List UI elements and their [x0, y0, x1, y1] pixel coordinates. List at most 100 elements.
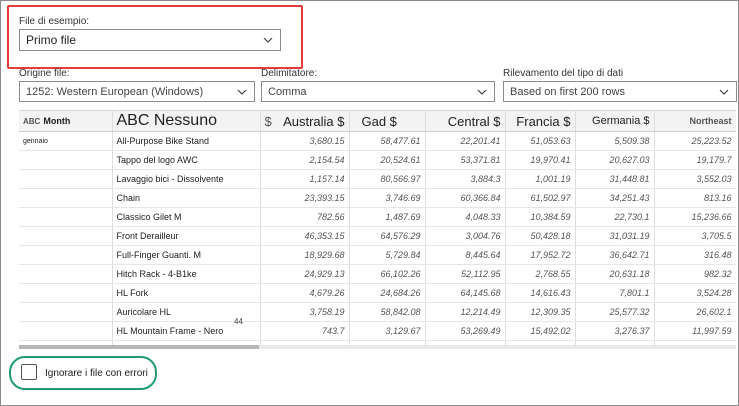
- table-cell[interactable]: 80,566.97: [349, 169, 426, 189]
- table-cell[interactable]: 316.48: [654, 245, 736, 265]
- table-cell[interactable]: 20,524.61: [349, 150, 426, 170]
- table-cell[interactable]: 2,154.54: [260, 150, 350, 170]
- table-cell[interactable]: Lavaggio bici - Dissolvente: [112, 169, 261, 189]
- table-cell[interactable]: 64,145.68: [425, 283, 506, 303]
- table-cell[interactable]: 58,477.61: [349, 131, 426, 151]
- table-cell[interactable]: 24,684.26: [349, 283, 426, 303]
- table-cell[interactable]: 25,577.32: [575, 302, 655, 322]
- table-cell[interactable]: [19, 207, 113, 227]
- table-cell[interactable]: 51,053.63: [505, 131, 576, 151]
- table-cell[interactable]: Full-Finger Guanti. M: [112, 245, 261, 265]
- table-cell[interactable]: 64,576.29: [349, 226, 426, 246]
- table-cell[interactable]: 4,048.33: [425, 207, 506, 227]
- table-cell[interactable]: 31,031.19: [575, 226, 655, 246]
- sample-file-dropdown[interactable]: Primo file: [19, 29, 281, 51]
- column-header-nessuno[interactable]: ABC Nessuno: [112, 111, 261, 132]
- file-origin-dropdown[interactable]: 1252: Western European (Windows): [19, 81, 255, 102]
- table-cell[interactable]: 15,236.66: [654, 207, 736, 227]
- table-cell[interactable]: 23,393.15: [260, 188, 350, 208]
- table-cell[interactable]: 18,929.68: [260, 245, 350, 265]
- column-header-germania[interactable]: Germania $: [575, 111, 655, 132]
- table-cell[interactable]: 19,970.41: [505, 150, 576, 170]
- table-cell[interactable]: 743.7: [260, 321, 350, 341]
- table-cell[interactable]: 12,214.49: [425, 302, 506, 322]
- table-cell[interactable]: Front Derailleur: [112, 226, 261, 246]
- table-cell[interactable]: 782.56: [260, 207, 350, 227]
- table-cell[interactable]: 53,269.49: [425, 321, 506, 341]
- table-cell[interactable]: 19,179.7: [654, 150, 736, 170]
- table-cell[interactable]: 50,428.18: [505, 226, 576, 246]
- table-cell[interactable]: 14,616.43: [505, 283, 576, 303]
- scrollbar-thumb[interactable]: [19, 345, 259, 349]
- table-cell[interactable]: 4,679.26: [260, 283, 350, 303]
- table-cell[interactable]: 34,251.43: [575, 188, 655, 208]
- table-cell[interactable]: 982.32: [654, 264, 736, 284]
- table-cell[interactable]: gennaio: [19, 131, 113, 151]
- table-cell[interactable]: 3,129.67: [349, 321, 426, 341]
- table-cell[interactable]: 22,730.1: [575, 207, 655, 227]
- table-cell[interactable]: Hitch Rack - 4-B1ke: [112, 264, 261, 284]
- column-header-northeast[interactable]: Northeast: [654, 111, 736, 132]
- column-header-australia[interactable]: $ Australia $: [260, 111, 350, 132]
- column-header-francia[interactable]: Francia $: [505, 111, 576, 132]
- table-cell[interactable]: [19, 245, 113, 265]
- table-cell[interactable]: All-Purpose Bike Stand: [112, 131, 261, 151]
- table-cell[interactable]: 3,758.19: [260, 302, 350, 322]
- column-header-gad[interactable]: Gad $: [349, 111, 426, 132]
- table-cell[interactable]: 66,102.26: [349, 264, 426, 284]
- table-cell[interactable]: 1,001.19: [505, 169, 576, 189]
- table-cell[interactable]: 52,112.95: [425, 264, 506, 284]
- table-cell[interactable]: Classico Gilet M: [112, 207, 261, 227]
- table-cell[interactable]: 31,448.81: [575, 169, 655, 189]
- column-header-month[interactable]: ABC Month: [19, 111, 113, 132]
- table-cell[interactable]: 813.16: [654, 188, 736, 208]
- table-cell[interactable]: HL Fork: [112, 283, 261, 303]
- table-cell[interactable]: 20,627.03: [575, 150, 655, 170]
- table-cell[interactable]: [19, 302, 113, 322]
- table-cell[interactable]: [19, 321, 113, 341]
- column-header-central[interactable]: Central $: [425, 111, 506, 132]
- table-cell[interactable]: 3,004.76: [425, 226, 506, 246]
- table-cell[interactable]: [19, 264, 113, 284]
- table-cell[interactable]: 5,509.38: [575, 131, 655, 151]
- table-cell[interactable]: 58,842.08: [349, 302, 426, 322]
- table-cell[interactable]: [19, 226, 113, 246]
- table-cell[interactable]: 5,729.84: [349, 245, 426, 265]
- table-cell[interactable]: 1,157.14: [260, 169, 350, 189]
- table-cell[interactable]: [19, 169, 113, 189]
- table-cell[interactable]: 3,680.15: [260, 131, 350, 151]
- table-cell[interactable]: 1,487.69: [349, 207, 426, 227]
- table-cell[interactable]: 61,502.97: [505, 188, 576, 208]
- table-cell[interactable]: 2,768.55: [505, 264, 576, 284]
- table-cell[interactable]: 26,602.1: [654, 302, 736, 322]
- table-cell[interactable]: 3,552.03: [654, 169, 736, 189]
- table-cell[interactable]: 22,201.41: [425, 131, 506, 151]
- table-cell[interactable]: 11,997.59: [654, 321, 736, 341]
- preview-grid[interactable]: ABC Month ABC Nessuno $ Australia $ Gad $ …: [19, 110, 736, 347]
- ignore-errors-checkbox[interactable]: [21, 364, 37, 380]
- table-cell[interactable]: 36,642.71: [575, 245, 655, 265]
- table-cell[interactable]: 24,929.13: [260, 264, 350, 284]
- delimiter-dropdown[interactable]: Comma: [261, 81, 495, 102]
- table-cell[interactable]: 60,366.84: [425, 188, 506, 208]
- table-cell[interactable]: 53,371.81: [425, 150, 506, 170]
- table-cell[interactable]: 7,801.1: [575, 283, 655, 303]
- table-cell[interactable]: 3,276.37: [575, 321, 655, 341]
- data-type-detection-dropdown[interactable]: Based on first 200 rows: [503, 81, 737, 102]
- table-cell[interactable]: Chain: [112, 188, 261, 208]
- table-cell[interactable]: 17,952.72: [505, 245, 576, 265]
- table-cell[interactable]: [19, 188, 113, 208]
- table-cell[interactable]: 3,884.3: [425, 169, 506, 189]
- table-cell[interactable]: 10,384.59: [505, 207, 576, 227]
- table-cell[interactable]: 20,631.18: [575, 264, 655, 284]
- table-cell[interactable]: 12,309.35: [505, 302, 576, 322]
- ignore-errors-label[interactable]: Ignorare i file con errori: [45, 368, 148, 379]
- horizontal-scrollbar[interactable]: [19, 345, 736, 349]
- table-cell[interactable]: [19, 283, 113, 303]
- table-cell[interactable]: 25,223.52: [654, 131, 736, 151]
- table-cell[interactable]: 8,445.64: [425, 245, 506, 265]
- table-cell[interactable]: [19, 150, 113, 170]
- table-cell[interactable]: 3,524.28: [654, 283, 736, 303]
- table-cell[interactable]: 3,705.5: [654, 226, 736, 246]
- table-cell[interactable]: 3,746.69: [349, 188, 426, 208]
